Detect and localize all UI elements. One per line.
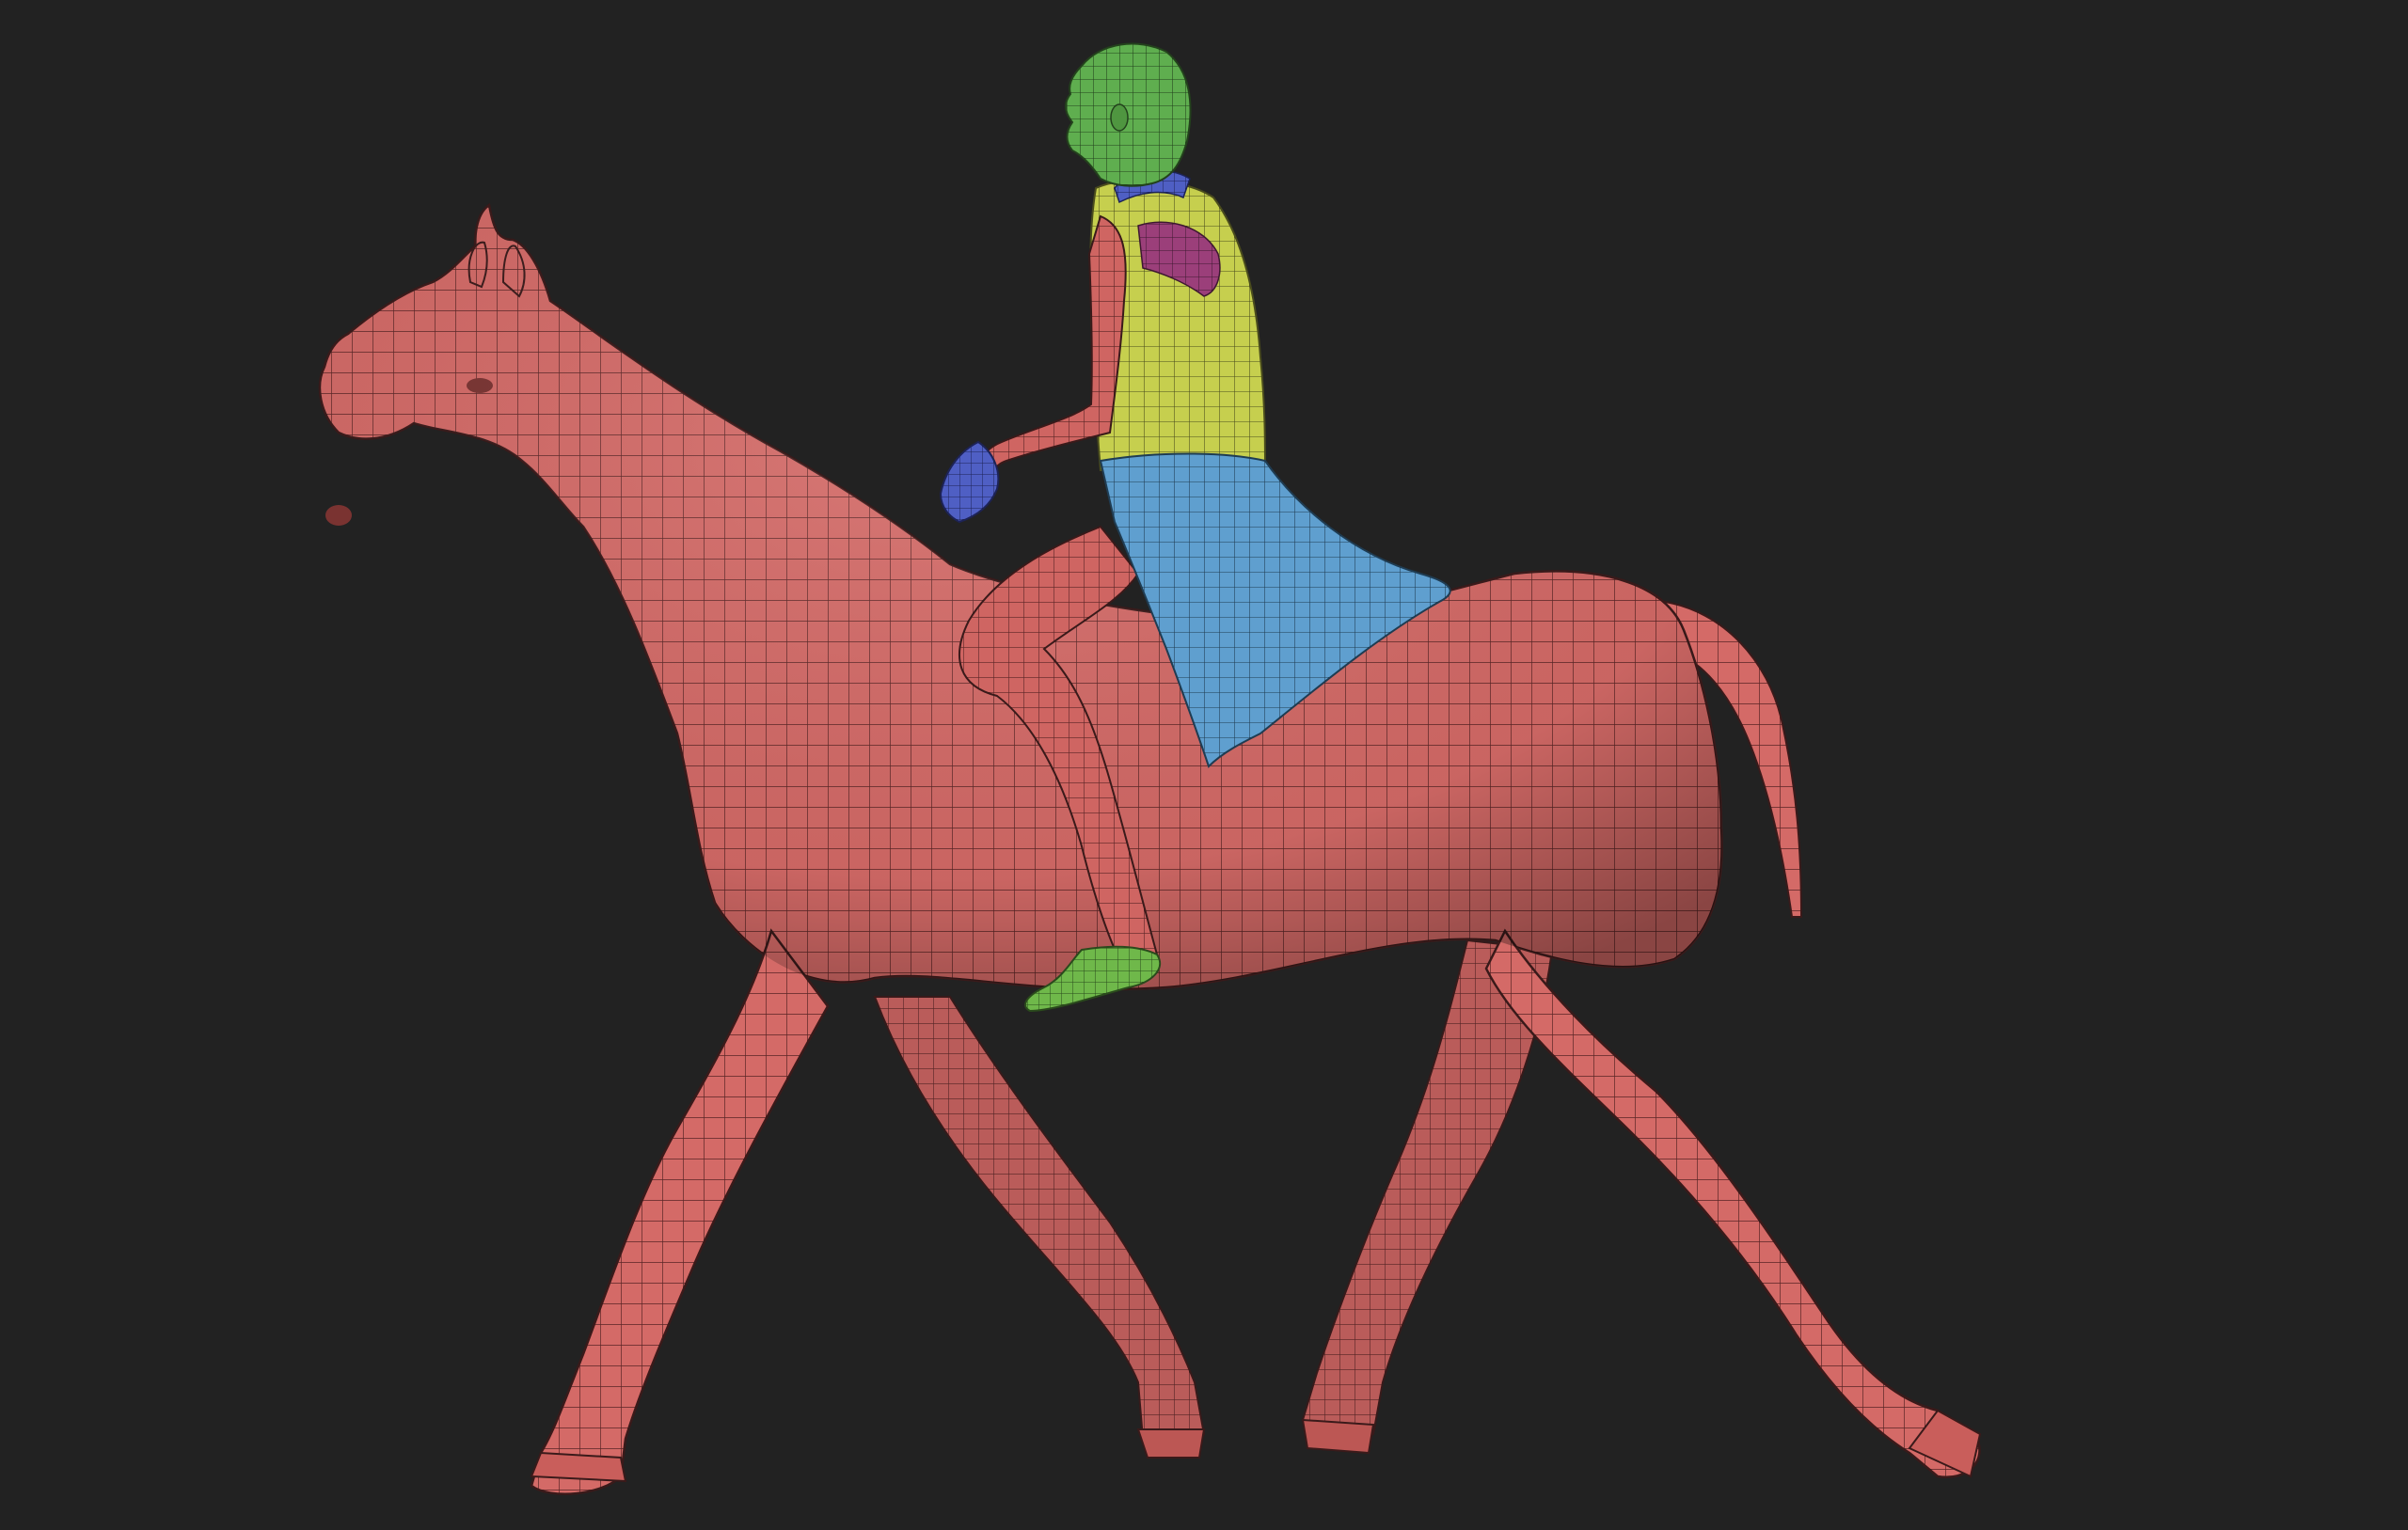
viewport-canvas[interactable]	[0, 0, 2408, 1530]
horse-hoof-front-far	[1136, 1428, 1206, 1459]
horse-hoof-front-near	[530, 1451, 627, 1483]
horse-fore-leg-near	[530, 928, 830, 1495]
sculpt-scene	[318, 42, 1982, 1495]
horse-far-legs	[873, 939, 1554, 1452]
rider-glove	[939, 440, 1000, 524]
horse-nostril	[325, 505, 352, 526]
horse-hind-leg-near	[1484, 928, 1981, 1479]
horse-hoof-hind-far	[1301, 1418, 1375, 1455]
rider-ear	[1110, 103, 1129, 132]
